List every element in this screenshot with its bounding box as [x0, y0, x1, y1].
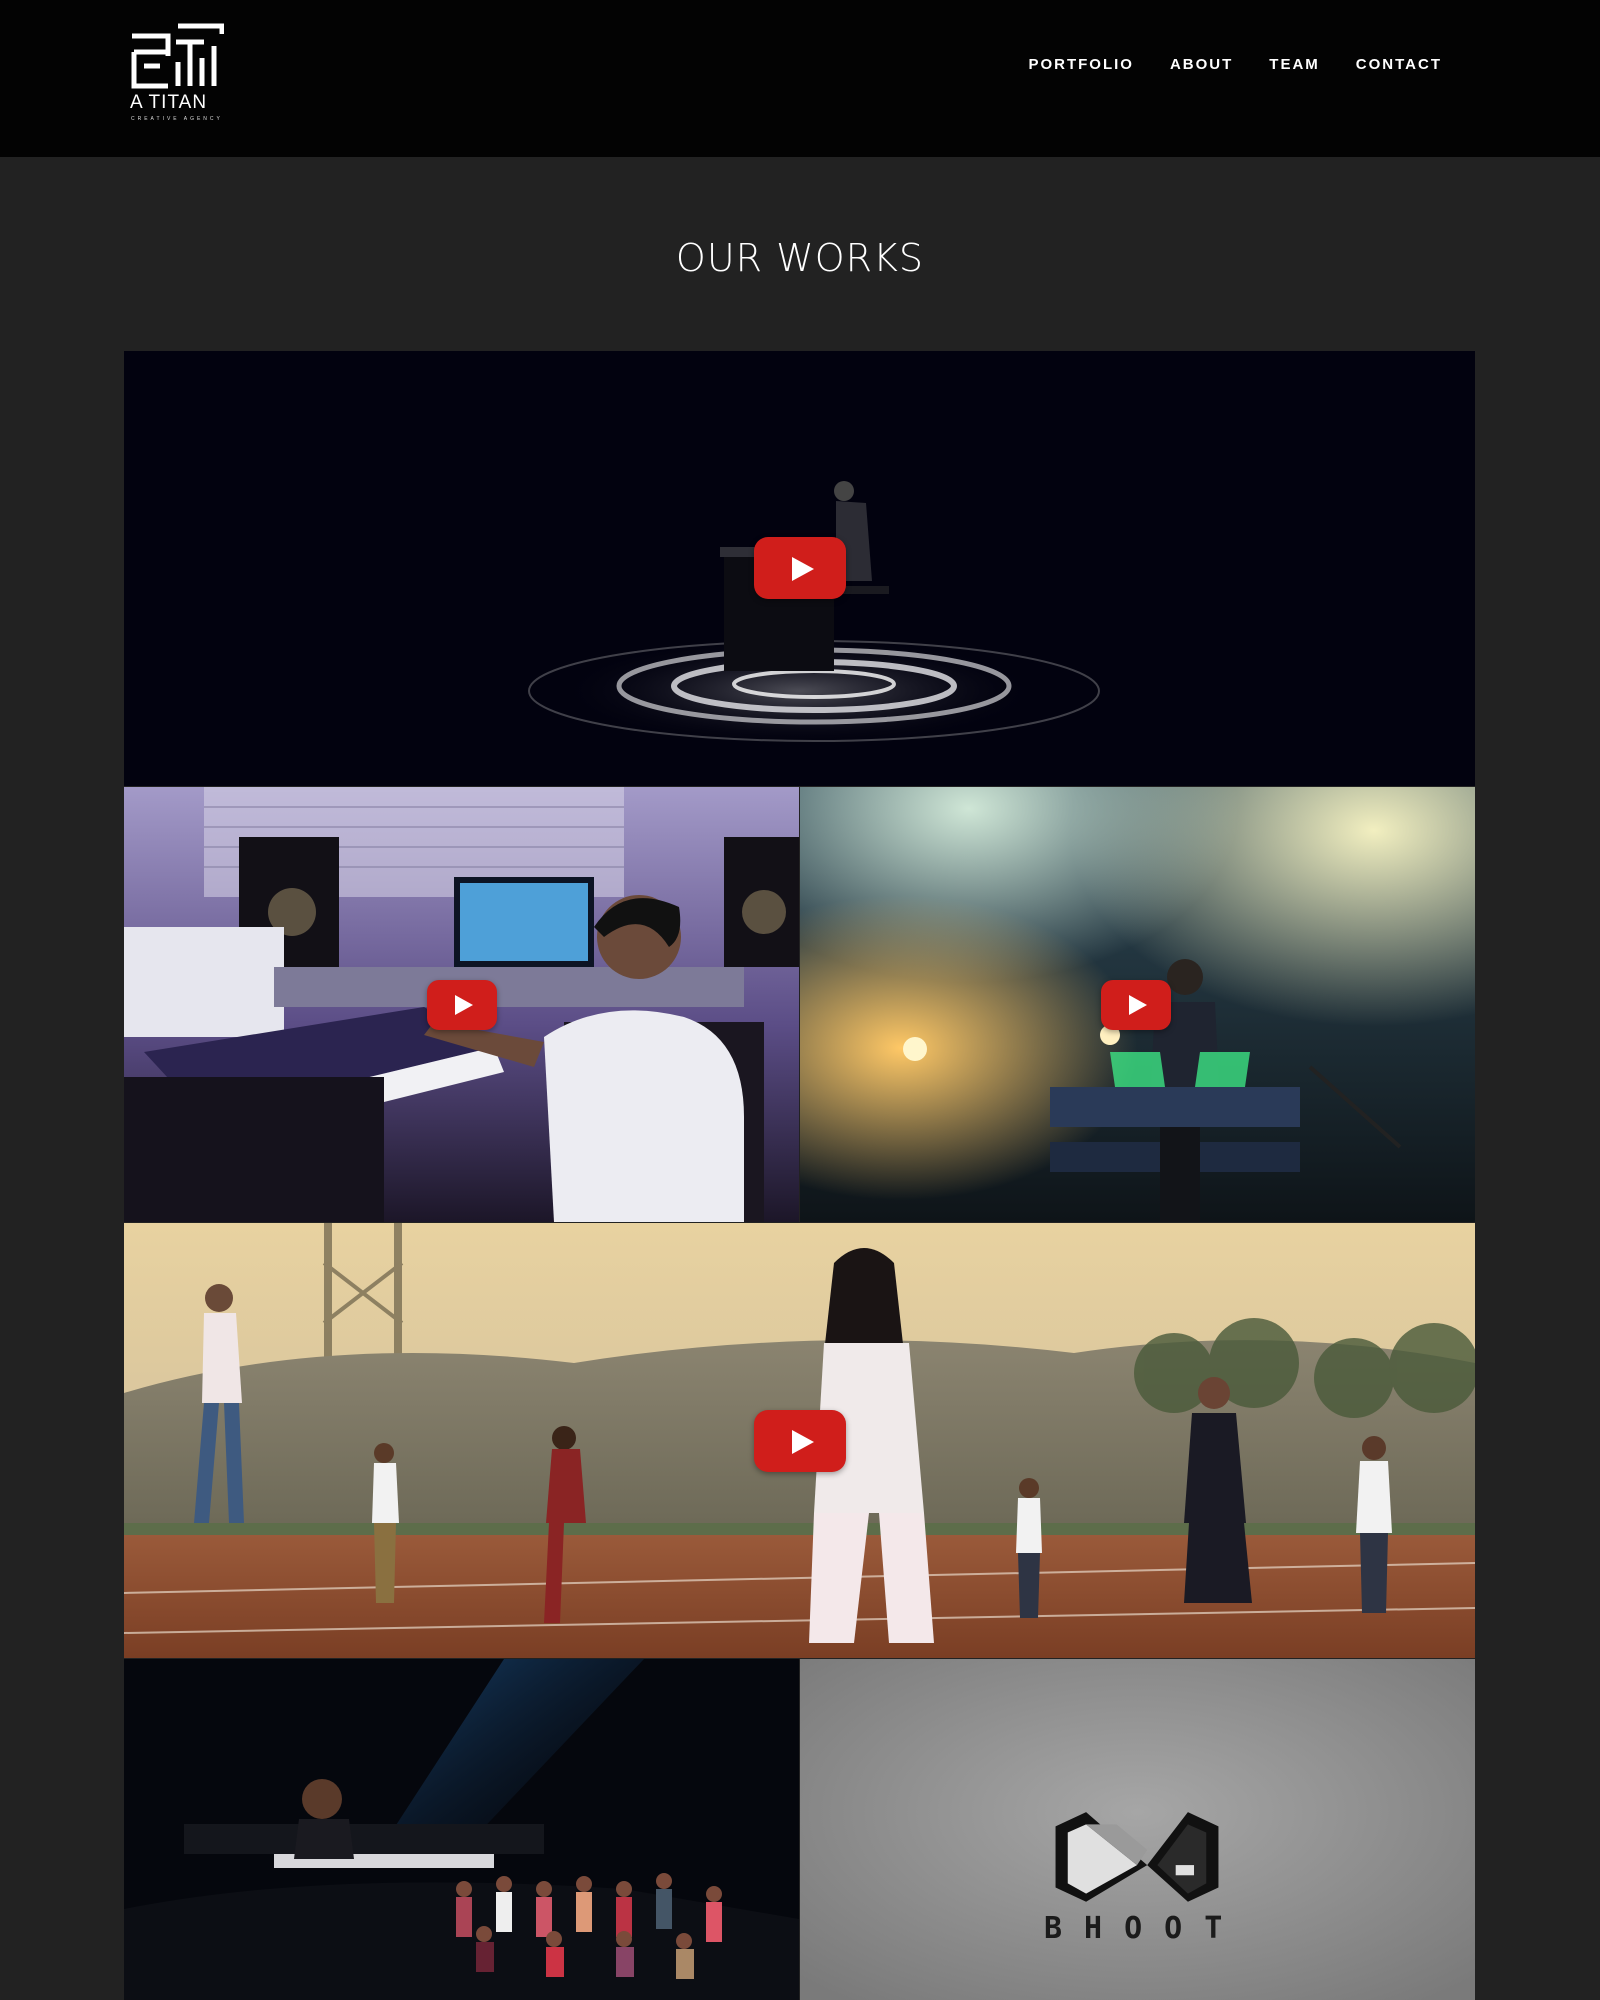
nav-about[interactable]: ABOUT	[1170, 56, 1233, 73]
play-button[interactable]	[1101, 980, 1171, 1030]
bhoot-wordmark: BHOOT	[1044, 1911, 1245, 1946]
section-title: OUR WORKS	[675, 236, 925, 280]
titan-logo-icon	[131, 23, 224, 89]
work-video-performance[interactable]	[124, 1659, 799, 2000]
work-video-pianist[interactable]	[124, 351, 1475, 786]
site-logo[interactable]: A TITAN CREATIVE AGENCY	[128, 22, 228, 126]
play-button[interactable]	[427, 980, 497, 1030]
video-thumbnail	[124, 1659, 799, 2000]
work-bhoot[interactable]: BHOOT	[800, 1659, 1475, 2000]
bhoot-logo-icon	[1055, 1812, 1219, 1902]
site-header: A TITAN CREATIVE AGENCY PORTFOLIO ABOUT …	[0, 0, 1600, 157]
nav-contact[interactable]: CONTACT	[1356, 56, 1442, 73]
main-nav: PORTFOLIO ABOUT TEAM CONTACT	[1028, 56, 1442, 73]
work-video-stadium[interactable]	[124, 1223, 1475, 1658]
play-button[interactable]	[754, 1410, 846, 1472]
work-video-studio[interactable]	[124, 787, 799, 1222]
play-button[interactable]	[754, 537, 846, 599]
brand-tagline: CREATIVE AGENCY	[131, 116, 223, 122]
nav-team[interactable]: TEAM	[1269, 56, 1320, 73]
work-video-concert[interactable]	[800, 787, 1475, 1222]
brand-name: A TITAN	[130, 92, 208, 113]
nav-portfolio[interactable]: PORTFOLIO	[1028, 56, 1134, 73]
